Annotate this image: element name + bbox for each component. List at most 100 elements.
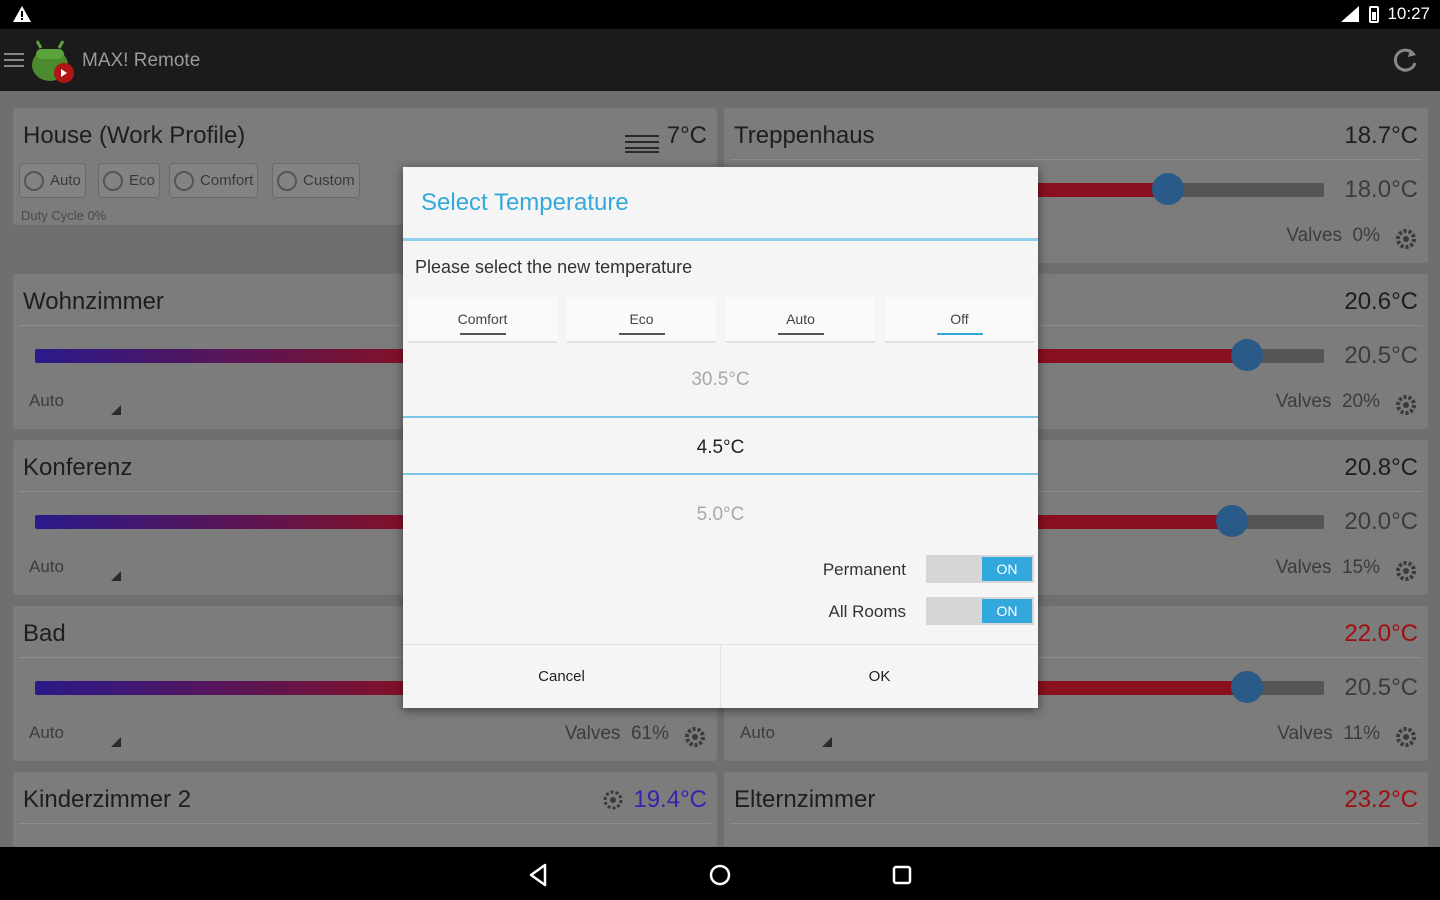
tab-auto[interactable]: Auto <box>726 297 875 343</box>
dropdown-arrow-icon[interactable] <box>111 737 121 747</box>
gear-icon[interactable] <box>1394 393 1418 417</box>
duty-cycle: Duty Cycle 0% <box>21 208 107 223</box>
divider <box>19 823 711 824</box>
room-temp: 23.2°C <box>1344 786 1418 813</box>
valves-label: Valves <box>1286 225 1342 246</box>
all-rooms-toggle[interactable]: ON <box>926 597 1034 625</box>
gear-icon[interactable] <box>1394 725 1418 749</box>
mode-auto-button[interactable]: Auto <box>19 163 86 198</box>
picker-divider-bottom <box>403 473 1038 475</box>
mode-custom-button[interactable]: Custom <box>272 163 360 198</box>
room-setpoint: 20.5°C <box>1344 342 1418 369</box>
tab-off[interactable]: Off <box>885 297 1034 343</box>
valves-status: Valves 0% <box>1286 225 1380 247</box>
app-logo-icon <box>32 40 74 83</box>
recents-icon[interactable] <box>888 861 916 889</box>
slider-knob[interactable] <box>1231 671 1263 703</box>
tab-eco[interactable]: Eco <box>567 297 716 343</box>
gear-icon[interactable] <box>683 725 707 749</box>
valves-value: 20% <box>1341 391 1380 412</box>
select-temperature-dialog: Select Temperature Please select the new… <box>403 167 1038 708</box>
menu-icon[interactable] <box>4 53 24 67</box>
battery-icon <box>1369 5 1380 23</box>
divider <box>730 159 1422 160</box>
back-icon[interactable] <box>525 861 553 889</box>
gear-icon[interactable] <box>1394 559 1418 583</box>
permanent-toggle[interactable]: ON <box>926 555 1034 583</box>
dropdown-arrow-icon[interactable] <box>111 405 121 415</box>
gear-icon <box>603 790 623 810</box>
dialog-message: Please select the new temperature <box>415 257 693 277</box>
picker-divider-top <box>403 416 1038 418</box>
room-setpoint: 20.0°C <box>1344 508 1418 535</box>
dropdown-arrow-icon[interactable] <box>111 571 121 581</box>
valves-value: 11% <box>1343 723 1380 744</box>
outside-temp: 7°C <box>666 122 707 149</box>
tab-comfort-label: Comfort <box>457 311 508 327</box>
mode-comfort-button[interactable]: Comfort <box>169 163 259 198</box>
room-name: Wohnzimmer <box>23 288 164 315</box>
tab-off-label: Off <box>950 311 969 327</box>
gear-icon[interactable] <box>1394 227 1418 251</box>
mode-eco-label: Eco <box>129 172 155 189</box>
house-name: House (Work Profile) <box>23 122 246 149</box>
app-title: MAX! Remote <box>82 50 201 71</box>
toggle-state: ON <box>982 599 1032 623</box>
comfort-icon <box>174 170 194 191</box>
warning-icon <box>13 6 31 22</box>
ok-button[interactable]: OK <box>720 645 1038 708</box>
mode-custom-label: Custom <box>303 172 355 189</box>
tab-eco-label: Eco <box>629 311 654 327</box>
eco-icon <box>103 170 123 191</box>
refresh-icon[interactable] <box>1390 45 1420 75</box>
valves-value: 0% <box>1352 225 1380 246</box>
picker-prev-value[interactable]: 30.5°C <box>403 369 1038 391</box>
tab-indicator <box>618 333 665 335</box>
cancel-button[interactable]: Cancel <box>403 645 720 708</box>
dialog-buttons: Cancel OK <box>403 644 1038 708</box>
room-name: Bad <box>23 620 66 647</box>
navigation-bar <box>0 847 1440 900</box>
picker-current-value[interactable]: 4.5°C <box>403 437 1038 459</box>
tab-indicator <box>936 333 983 335</box>
valves-status: Valves 20% <box>1276 391 1380 413</box>
tab-auto-label: Auto <box>786 311 815 327</box>
slider-knob[interactable] <box>1231 339 1263 371</box>
valves-value: 15% <box>1341 557 1380 578</box>
room-mode: Auto <box>740 723 775 742</box>
room-name: Kinderzimmer 2 <box>23 786 192 813</box>
picker-next-value[interactable]: 5.0°C <box>403 504 1038 526</box>
fog-icon <box>625 135 659 153</box>
tab-indicator <box>459 333 506 335</box>
room-card-elternzimmer[interactable]: Elternzimmer 23.2°C <box>724 772 1428 847</box>
auto-icon <box>24 170 44 191</box>
status-bar: 10:27 <box>0 0 1440 29</box>
valves-label: Valves <box>1277 723 1333 744</box>
room-temp: 20.8°C <box>1344 454 1418 481</box>
home-icon[interactable] <box>706 861 734 889</box>
valves-status: Valves 61% <box>565 723 669 745</box>
room-name: Konferenz <box>23 454 133 481</box>
dropdown-arrow-icon[interactable] <box>822 737 832 747</box>
custom-icon <box>277 170 297 191</box>
room-name: Treppenhaus <box>734 122 875 149</box>
room-card-kinderzimmer-2[interactable]: Kinderzimmer 2 19.4°C <box>13 772 717 847</box>
valves-label: Valves <box>564 723 621 744</box>
screen: 10:27 MAX! Remote House (Work Profile) 7… <box>0 0 1440 900</box>
room-mode: Auto <box>29 557 64 576</box>
tab-comfort[interactable]: Comfort <box>408 297 557 343</box>
valves-label: Valves <box>1275 557 1332 578</box>
slider-knob[interactable] <box>1216 505 1248 537</box>
mode-auto-label: Auto <box>50 172 81 189</box>
valves-label: Valves <box>1275 391 1332 412</box>
slider-knob[interactable] <box>1152 173 1184 205</box>
valves-value: 61% <box>630 723 669 744</box>
valves-status: Valves 11% <box>1277 723 1380 745</box>
title-divider <box>403 238 1038 241</box>
all-rooms-label: All Rooms <box>828 602 906 621</box>
tab-indicator <box>777 333 824 335</box>
room-temp: 20.6°C <box>1344 288 1418 315</box>
mode-eco-button[interactable]: Eco <box>98 163 160 198</box>
dialog-title: Select Temperature <box>421 189 629 216</box>
room-name: Elternzimmer <box>734 786 876 813</box>
